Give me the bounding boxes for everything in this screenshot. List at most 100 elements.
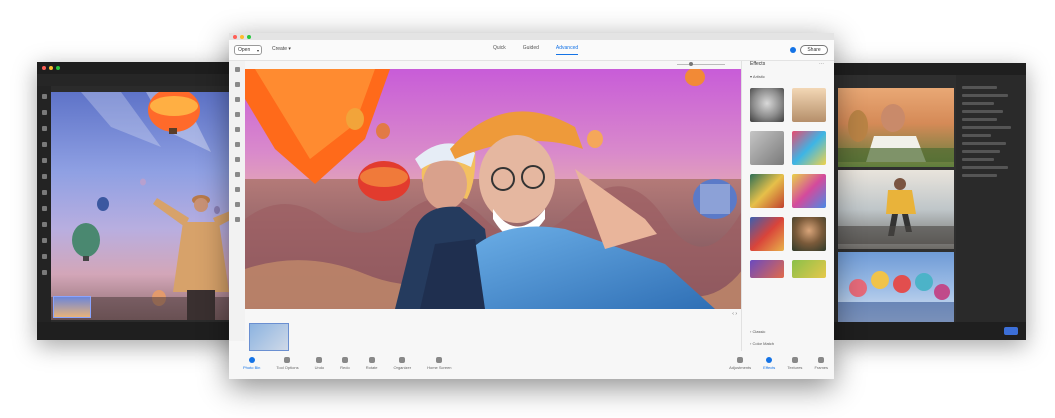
more-icon[interactable]: ⋯ [819, 61, 824, 67]
photo-bin-thumbnail[interactable] [249, 323, 289, 351]
bottom-item-label: Rotate [365, 365, 378, 370]
tool-options-icon [284, 357, 291, 363]
frames-icon [818, 357, 825, 363]
photo-group-snow[interactable] [838, 252, 954, 331]
tool-icon[interactable] [41, 190, 47, 195]
photo-bin-button[interactable]: Photo Bin [243, 357, 260, 370]
minimize-icon[interactable] [49, 66, 53, 70]
canvas-footer: ‹ › [245, 311, 743, 319]
panel-row[interactable] [962, 102, 994, 105]
tool-icon[interactable] [41, 270, 47, 275]
maximize-icon[interactable] [56, 66, 60, 70]
zoom-slider-handle[interactable] [689, 62, 693, 66]
effect-thumbnail[interactable] [792, 131, 826, 165]
photo-hat-selfie[interactable] [838, 88, 954, 167]
panel-row[interactable] [962, 134, 991, 137]
mode-tabs: Quick Guided Advanced [493, 45, 579, 55]
main-canvas[interactable] [245, 69, 743, 309]
left-canvas-photo[interactable] [51, 88, 259, 320]
photo-illustration [838, 178, 954, 244]
hand-tool-icon[interactable] [234, 97, 240, 102]
tool-icon[interactable] [41, 158, 47, 163]
frames-button[interactable]: Frames [814, 357, 828, 370]
create-menu-label: Create [272, 46, 288, 52]
textures-button[interactable]: Textures [787, 357, 802, 370]
panel-row[interactable] [962, 94, 1009, 97]
photo-runner[interactable] [838, 170, 954, 249]
help-icon[interactable] [790, 47, 796, 53]
panel-row[interactable] [962, 110, 1003, 113]
effect-thumbnail[interactable] [792, 88, 826, 122]
brush-tool-icon[interactable] [234, 142, 240, 147]
lasso-tool-icon[interactable] [234, 127, 240, 132]
share-button[interactable]: Share [800, 45, 828, 55]
zoom-tool-icon[interactable] [234, 67, 240, 72]
tool-icon[interactable] [41, 110, 47, 115]
panel-row[interactable] [962, 86, 997, 89]
rotate-icon [368, 357, 375, 363]
tool-icon[interactable] [41, 254, 47, 259]
rotate-button[interactable]: Rotate [366, 357, 378, 370]
selection-tool-icon[interactable] [234, 112, 240, 117]
minimize-icon[interactable] [240, 34, 244, 39]
open-button[interactable]: Open ▾ [234, 45, 262, 55]
effect-thumbnail[interactable] [750, 217, 784, 251]
effect-thumbnail[interactable] [750, 131, 784, 165]
zoom-slider[interactable] [677, 64, 725, 65]
effect-thumbnail[interactable] [792, 174, 826, 208]
tool-options-button[interactable]: Tool Options [276, 357, 299, 370]
apply-button[interactable] [1004, 327, 1018, 335]
tool-icon[interactable] [41, 222, 47, 227]
tab-quick[interactable]: Quick [493, 45, 506, 55]
text-tool-icon[interactable] [234, 172, 240, 177]
organizer-button[interactable]: Organizer [393, 357, 412, 370]
effect-thumbnail[interactable] [792, 260, 826, 278]
pencil-tool-icon[interactable] [234, 187, 240, 192]
tool-icon[interactable] [41, 142, 47, 147]
transform-tool-icon[interactable] [234, 217, 240, 222]
tool-icon[interactable] [41, 94, 47, 99]
photo-illustration [838, 271, 954, 326]
create-menu[interactable]: Create ▾ [272, 46, 291, 52]
effect-thumbnail[interactable] [750, 260, 784, 278]
eraser-tool-icon[interactable] [234, 157, 240, 162]
adjustments-button[interactable]: Adjustments [729, 357, 751, 370]
effects-panel: Effects ⋯ ▾ Artistic › Classic › Color M… [741, 61, 828, 351]
close-icon[interactable] [42, 66, 46, 70]
tool-icon[interactable] [41, 206, 47, 211]
tool-icon[interactable] [41, 126, 47, 131]
effect-thumbnail[interactable] [792, 217, 826, 251]
effects-button[interactable]: Effects [763, 357, 775, 370]
tool-icon[interactable] [41, 238, 47, 243]
effects-category-artistic[interactable]: ▾ Artistic [750, 74, 765, 79]
tab-guided[interactable]: Guided [523, 45, 539, 55]
effects-section-classic[interactable]: › Classic [750, 329, 765, 334]
panel-row[interactable] [962, 174, 997, 177]
bottom-item-label: Organizer [393, 365, 412, 370]
effect-thumbnail[interactable] [750, 174, 784, 208]
home-screen-button[interactable]: Home Screen [427, 357, 452, 370]
bottom-item-label: Adjustments [729, 365, 752, 370]
right-photo-stack [838, 88, 954, 331]
maximize-icon[interactable] [247, 34, 251, 39]
redo-button[interactable]: Redo [340, 357, 350, 370]
close-icon[interactable] [233, 34, 237, 39]
photo-bin-thumbnail[interactable] [53, 296, 91, 318]
panel-row[interactable] [962, 142, 1006, 145]
bottom-item-label: Home Screen [427, 365, 452, 370]
effects-section-color-match[interactable]: › Color Match [750, 341, 774, 346]
move-tool-icon[interactable] [234, 82, 240, 87]
tab-advanced[interactable]: Advanced [555, 45, 579, 55]
panel-row[interactable] [962, 166, 1009, 169]
panel-row[interactable] [962, 158, 994, 161]
panel-row[interactable] [962, 150, 1000, 153]
effect-thumbnail[interactable] [750, 88, 784, 122]
panel-row[interactable] [962, 126, 1012, 129]
undo-button[interactable]: Undo [315, 357, 324, 370]
tool-icon[interactable] [41, 174, 47, 179]
crop-tool-icon[interactable] [234, 202, 240, 207]
panel-row[interactable] [962, 118, 997, 121]
effects-section-label: Color Match [752, 341, 775, 346]
chevron-down-icon[interactable]: ▾ [257, 48, 259, 53]
navigation-arrows-icon[interactable]: ‹ › [732, 311, 737, 317]
